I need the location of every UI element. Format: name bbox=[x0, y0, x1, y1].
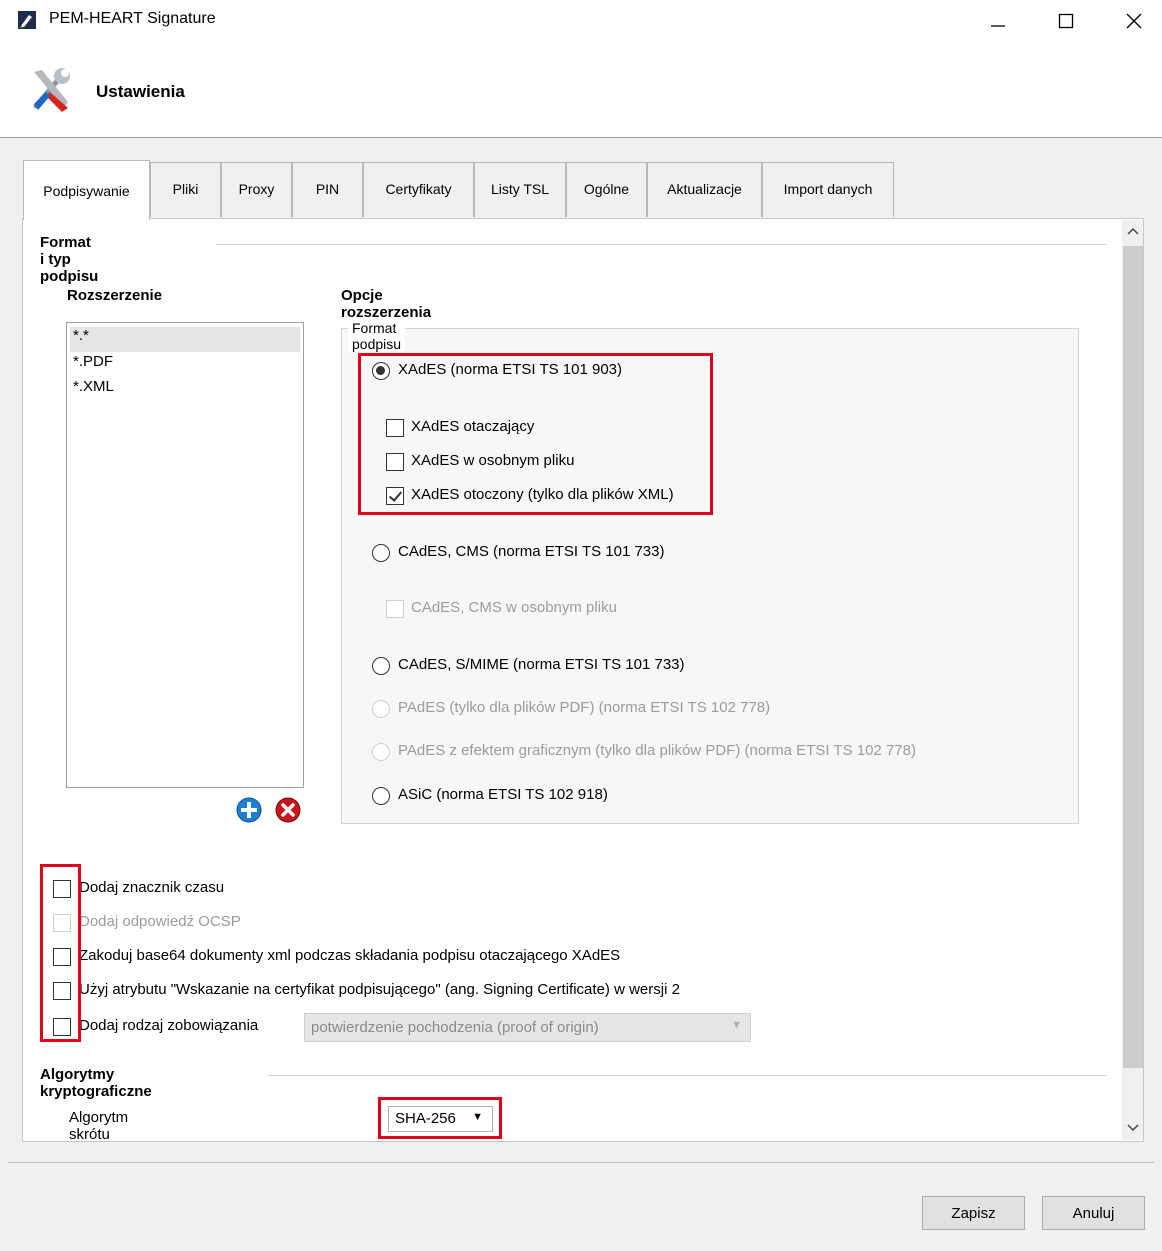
app-icon bbox=[18, 11, 36, 29]
list-item[interactable]: *.PDF bbox=[70, 353, 300, 378]
group-title-crypto: Algorytmy kryptograficzne bbox=[40, 1066, 160, 1100]
minimize-icon bbox=[991, 25, 1005, 27]
hash-algorithm-select[interactable]: SHA-256 ▼ bbox=[388, 1106, 493, 1132]
checkbox-ocsp-label: Dodaj odpowiedź OCSP bbox=[79, 913, 241, 930]
tab-import-danych[interactable]: Import danych bbox=[762, 162, 894, 217]
chevron-down-icon: ▼ bbox=[472, 1111, 483, 1123]
checkbox-signing-cert-v2[interactable] bbox=[53, 982, 71, 1000]
tab-listy-tsl[interactable]: Listy TSL bbox=[474, 162, 566, 217]
checkbox-base64[interactable] bbox=[53, 948, 71, 966]
checkbox-ocsp[interactable] bbox=[53, 914, 71, 932]
radio-asic[interactable] bbox=[372, 787, 390, 805]
settings-header: Ustawienia bbox=[0, 42, 1162, 138]
checkbox-commitment[interactable] bbox=[53, 1018, 71, 1036]
footer-divider bbox=[8, 1162, 1154, 1163]
window-title: PEM-HEART Signature bbox=[49, 10, 216, 27]
commitment-type-value: potwierdzenie pochodzenia (proof of orig… bbox=[311, 1019, 599, 1036]
radio-xades[interactable] bbox=[372, 362, 390, 380]
tab-podpisywanie[interactable]: Podpisywanie bbox=[23, 160, 150, 220]
tab-aktualizacje[interactable]: Aktualizacje bbox=[647, 162, 762, 217]
list-item[interactable]: *.* bbox=[70, 327, 300, 352]
tab-pin[interactable]: PIN bbox=[292, 162, 363, 217]
tab-certyfikaty[interactable]: Certyfikaty bbox=[363, 162, 474, 217]
scrollbar-thumb[interactable] bbox=[1123, 246, 1143, 1068]
group-title-format: Format i typ podpisu bbox=[40, 234, 107, 285]
radio-cades-cms-label: CAdES, CMS (norma ETSI TS 101 733) bbox=[398, 543, 665, 560]
extensions-heading: Rozszerzenie bbox=[67, 287, 163, 304]
checkbox-xades-detached[interactable] bbox=[386, 453, 404, 471]
checkbox-xades-enveloping[interactable] bbox=[386, 419, 404, 437]
checkbox-timestamp[interactable] bbox=[53, 880, 71, 898]
radio-pades-label: PAdES (tylko dla plików PDF) (norma ETSI… bbox=[398, 699, 771, 716]
chevron-down-icon[interactable] bbox=[1126, 1122, 1140, 1134]
checkbox-xades-enveloped-label: XAdES otoczony (tylko dla plików XML) bbox=[411, 486, 674, 503]
checkbox-xades-enveloped[interactable] bbox=[386, 487, 404, 505]
radio-pades-graphic-label: PAdES z efektem graficznym (tylko dla pl… bbox=[398, 742, 916, 759]
close-icon bbox=[1126, 13, 1142, 29]
tab-proxy[interactable]: Proxy bbox=[221, 162, 292, 217]
page-title: Ustawienia bbox=[96, 82, 185, 101]
format-legend: Format podpisu bbox=[348, 320, 406, 352]
chevron-down-icon: ▼ bbox=[731, 1019, 742, 1031]
tools-icon bbox=[33, 68, 70, 112]
tab-label: Aktualizacje bbox=[667, 181, 742, 197]
remove-icon[interactable] bbox=[274, 796, 302, 824]
extensions-list[interactable]: *.* *.PDF *.XML bbox=[66, 322, 304, 788]
radio-pades-graphic[interactable] bbox=[372, 743, 390, 761]
checkbox-cades-detached[interactable] bbox=[386, 600, 404, 618]
close-button[interactable] bbox=[1106, 0, 1162, 42]
tab-pliki[interactable]: Pliki bbox=[150, 162, 221, 217]
cancel-button[interactable]: Anuluj bbox=[1042, 1196, 1145, 1230]
tab-label: Ogólne bbox=[583, 181, 630, 197]
tab-label: Certyfikaty bbox=[385, 181, 452, 197]
checkbox-xades-enveloping-label: XAdES otaczający bbox=[411, 418, 535, 435]
tab-label: Podpisywanie bbox=[43, 183, 130, 199]
radio-asic-label: ASiC (norma ETSI TS 102 918) bbox=[398, 786, 608, 803]
group-divider bbox=[216, 244, 1106, 245]
hash-algorithm-label: Algorytm skrótu bbox=[69, 1109, 129, 1143]
add-icon[interactable] bbox=[235, 796, 263, 824]
hash-algorithm-value: SHA-256 bbox=[395, 1110, 456, 1127]
checkbox-base64-label: Zakoduj base64 dokumenty xml podczas skł… bbox=[79, 947, 621, 964]
tab-label: Listy TSL bbox=[490, 181, 550, 197]
options-heading: Opcje rozszerzenia bbox=[341, 287, 432, 321]
maximize-button[interactable] bbox=[1038, 0, 1094, 42]
checkbox-commitment-label: Dodaj rodzaj zobowiązania bbox=[79, 1017, 259, 1034]
commitment-type-select[interactable]: potwierdzenie pochodzenia (proof of orig… bbox=[304, 1013, 751, 1042]
save-button[interactable]: Zapisz bbox=[922, 1196, 1025, 1230]
radio-cades-cms[interactable] bbox=[372, 544, 390, 562]
tab-label: Import danych bbox=[783, 181, 873, 197]
radio-cades-smime-label: CAdES, S/MIME (norma ETSI TS 101 733) bbox=[398, 656, 685, 673]
list-item[interactable]: *.XML bbox=[70, 378, 300, 403]
checkbox-timestamp-label: Dodaj znacznik czasu bbox=[79, 879, 225, 896]
tab-label: Proxy bbox=[238, 181, 275, 197]
checkbox-cades-detached-label: CAdES, CMS w osobnym pliku bbox=[411, 599, 617, 616]
tab-ogolne[interactable]: Ogólne bbox=[566, 162, 647, 217]
minimize-button[interactable] bbox=[970, 0, 1026, 42]
group-divider bbox=[268, 1075, 1106, 1076]
tab-label: PIN bbox=[315, 181, 340, 197]
radio-xades-label: XAdES (norma ETSI TS 101 903) bbox=[398, 361, 622, 378]
radio-cades-smime[interactable] bbox=[372, 657, 390, 675]
radio-pades[interactable] bbox=[372, 700, 390, 718]
checkbox-signing-cert-v2-label: Użyj atrybutu "Wskazanie na certyfikat p… bbox=[79, 981, 680, 998]
checkbox-xades-detached-label: XAdES w osobnym pliku bbox=[411, 452, 575, 469]
maximize-icon bbox=[1058, 13, 1074, 29]
title-bar: PEM-HEART Signature bbox=[0, 0, 1162, 42]
chevron-up-icon[interactable] bbox=[1126, 225, 1140, 237]
tab-label: Pliki bbox=[172, 181, 199, 197]
